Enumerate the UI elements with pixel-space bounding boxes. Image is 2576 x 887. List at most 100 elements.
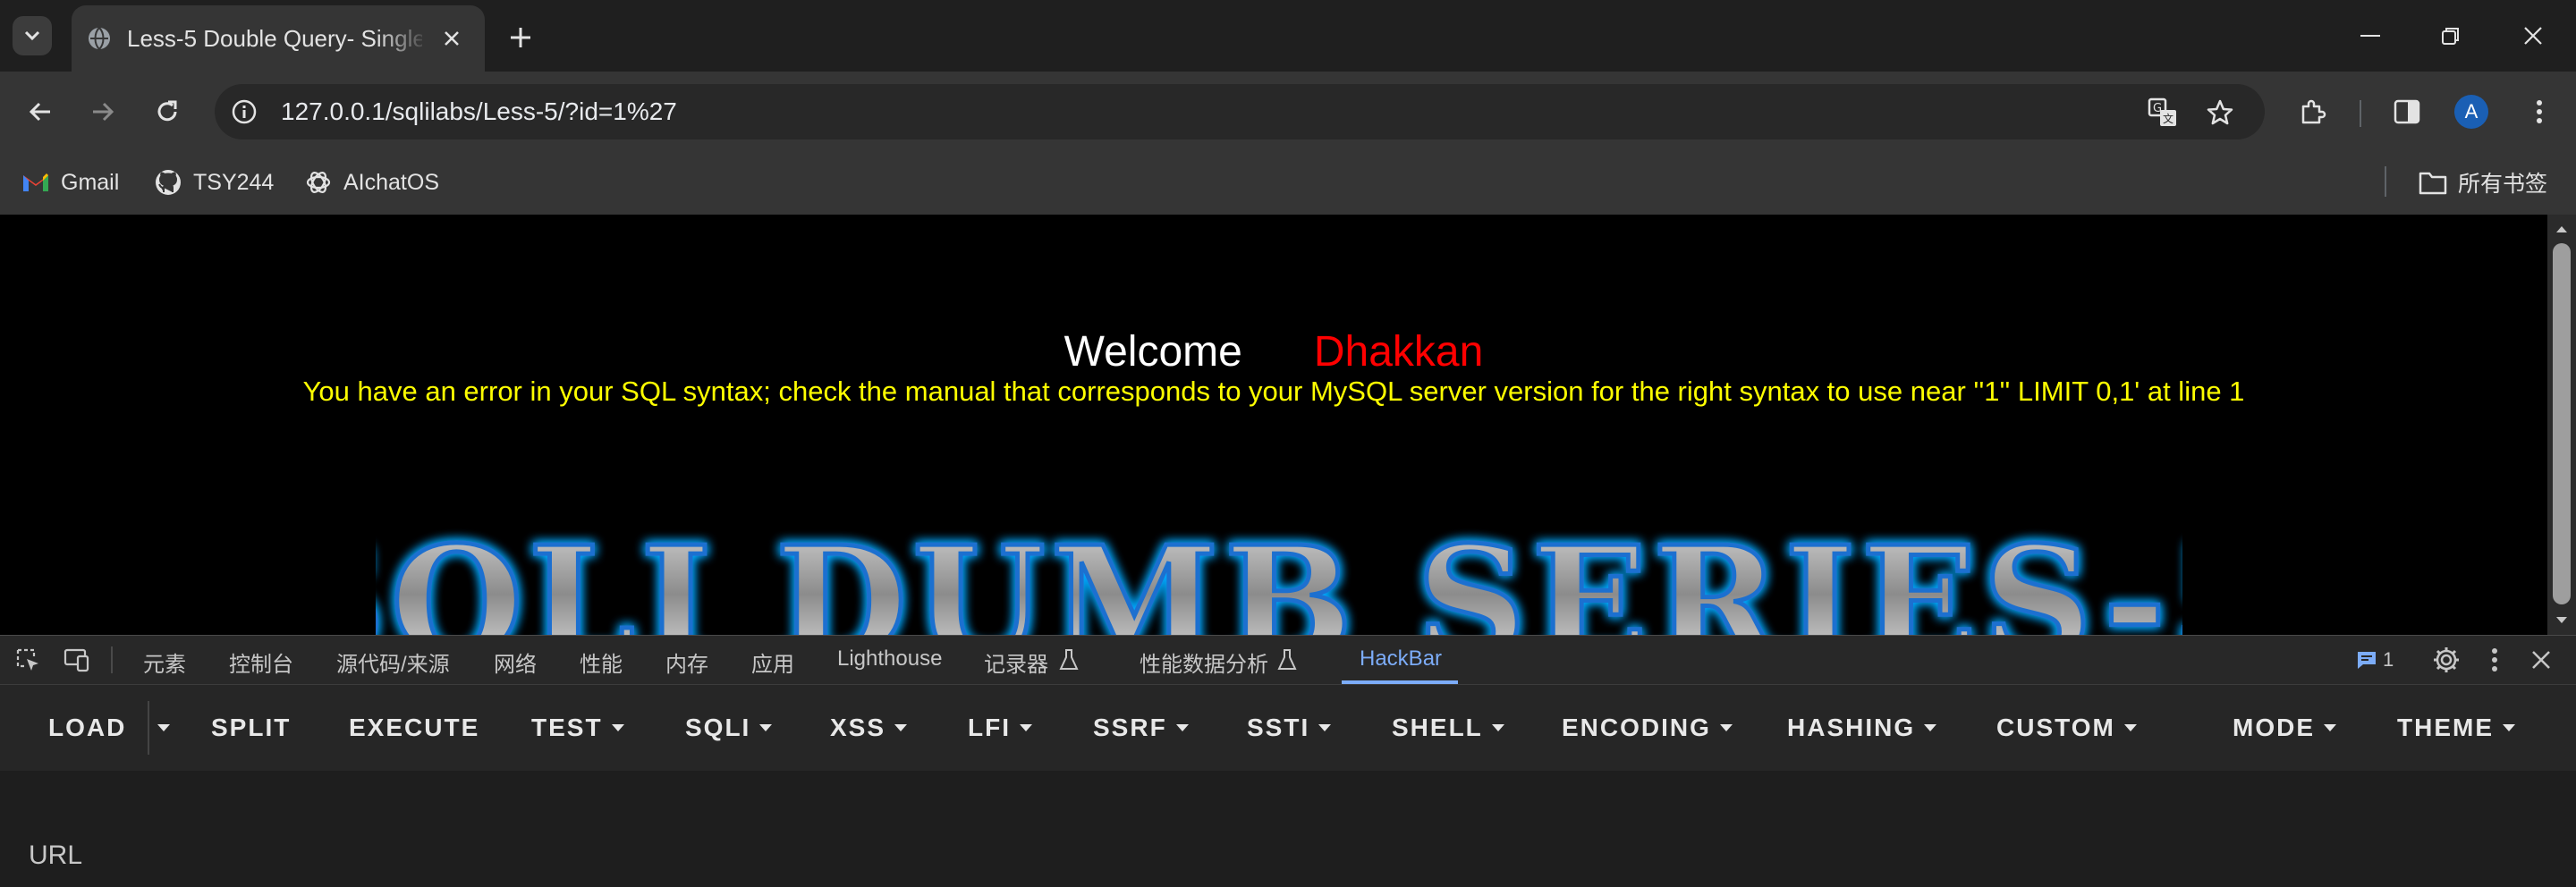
gear-icon <box>2434 647 2459 672</box>
bookmark-label: Gmail <box>61 169 120 195</box>
hackbar-button-label: TEST <box>531 714 603 741</box>
bookmark-gmail[interactable]: Gmail <box>21 165 119 200</box>
side-panel-button[interactable] <box>2386 91 2428 132</box>
close-icon <box>2532 651 2550 669</box>
devtools-separator <box>111 646 113 673</box>
hackbar-split-button[interactable]: SPLIT <box>211 714 291 742</box>
hackbar-button-label: MODE <box>2233 714 2315 741</box>
bookmark-tsy244[interactable]: TSY244 <box>154 165 274 200</box>
devtools-tab-hackbar[interactable]: HackBar <box>1360 646 1442 672</box>
bookmark-label: TSY244 <box>193 169 275 195</box>
reload-button[interactable] <box>147 91 188 132</box>
new-tab-button[interactable] <box>501 18 540 57</box>
gmail-icon <box>23 173 48 191</box>
chevron-down-icon <box>1719 724 1733 731</box>
scroll-down-icon[interactable] <box>2555 615 2569 626</box>
hackbar-panel: URL <box>0 771 2576 887</box>
openai-icon <box>306 172 331 193</box>
hackbar-custom-menu[interactable]: CUSTOM <box>1996 714 2137 742</box>
restore-button[interactable] <box>2415 11 2487 61</box>
hackbar-sqli-menu[interactable]: SQLI <box>685 714 773 742</box>
all-bookmarks-button[interactable]: 所有书签 <box>2419 165 2547 200</box>
chevron-down-icon <box>157 724 170 731</box>
devtools-tab-application[interactable]: 应用 <box>751 646 794 678</box>
hackbar-encoding-menu[interactable]: ENCODING <box>1562 714 1733 742</box>
chevron-down-icon <box>1175 724 1189 731</box>
bookmark-aichatos[interactable]: AIchatOS <box>304 165 439 200</box>
devtools-tab-sources[interactable]: 源代码/来源 <box>336 646 450 678</box>
devtools-tab-performance[interactable]: 性能 <box>580 646 623 678</box>
hackbar-hashing-menu[interactable]: HASHING <box>1787 714 1937 742</box>
hackbar-lfi-menu[interactable]: LFI <box>968 714 1032 742</box>
hackbar-button-label: THEME <box>2397 714 2494 741</box>
hackbar-shell-menu[interactable]: SHELL <box>1392 714 1504 742</box>
devtools-tab-elements[interactable]: 元素 <box>143 646 186 678</box>
hackbar-button-label: SSRF <box>1093 714 1167 741</box>
issues-count: 1 <box>2383 648 2394 671</box>
active-tab-indicator <box>1342 680 1458 684</box>
inspect-element-button[interactable] <box>13 645 43 675</box>
minimize-button[interactable] <box>2334 11 2406 61</box>
url-text[interactable]: 127.0.0.1/sqlilabs/Less-5/?id=1%27 <box>281 97 677 126</box>
extensions-button[interactable] <box>2292 91 2333 132</box>
back-button[interactable] <box>20 91 61 132</box>
reload-icon <box>157 100 177 122</box>
bookmark-star-button[interactable] <box>2202 95 2238 131</box>
site-info-button[interactable] <box>225 93 263 131</box>
hackbar-mode-menu[interactable]: MODE <box>2233 714 2336 742</box>
tab-search-button[interactable] <box>13 16 52 55</box>
toolbar-separator <box>2360 100 2361 127</box>
devtools-tab-console[interactable]: 控制台 <box>229 646 293 678</box>
hackbar-ssti-menu[interactable]: SSTI <box>1247 714 1332 742</box>
page-scrollbar[interactable] <box>2547 215 2576 635</box>
hackbar-toolbar: LOAD SPLIT EXECUTE TEST SQLI XSS LFI SSR… <box>0 685 2576 771</box>
translate-button[interactable]: G文 <box>2145 95 2181 131</box>
devtools-tab-network[interactable]: 网络 <box>494 646 537 678</box>
bookmark-label: AIchatOS <box>343 169 439 195</box>
hackbar-button-label: XSS <box>830 714 886 741</box>
hackbar-test-menu[interactable]: TEST <box>531 714 624 742</box>
chevron-down-icon <box>2123 724 2137 731</box>
devtools-settings-button[interactable] <box>2431 645 2462 675</box>
hackbar-load-dropdown[interactable] <box>157 724 170 731</box>
tab-strip: Less-5 Double Query- Single Quotes- Stri… <box>0 0 2576 72</box>
all-bookmarks-label: 所有书签 <box>2458 172 2548 197</box>
hackbar-theme-menu[interactable]: THEME <box>2397 714 2515 742</box>
hackbar-button-label: HASHING <box>1787 714 1916 741</box>
hackbar-ssrf-menu[interactable]: SSRF <box>1093 714 1189 742</box>
sqli-banner-image: SQLI DUMB SERIES-5 <box>376 517 2182 635</box>
address-bar[interactable]: 127.0.0.1/sqlilabs/Less-5/?id=1%27 G文 <box>215 84 2265 139</box>
devtools-tab-recorder[interactable]: 记录器 <box>984 646 1048 678</box>
chevron-down-icon <box>894 724 908 731</box>
devtools-menu-button[interactable] <box>2479 645 2510 675</box>
profile-avatar[interactable]: A <box>2454 95 2488 129</box>
devtools-tab-performance-insights[interactable]: 性能数据分析 <box>1140 646 1268 678</box>
tab-close-button[interactable] <box>435 21 469 55</box>
scroll-up-icon[interactable] <box>2555 224 2569 234</box>
chrome-menu-button[interactable] <box>2519 91 2560 132</box>
close-window-button[interactable] <box>2497 11 2569 61</box>
banner-text: SQLI DUMB SERIES-5 <box>376 517 2182 635</box>
devtools-tab-lighthouse[interactable]: Lighthouse <box>837 646 942 672</box>
devtools-close-button[interactable] <box>2526 645 2556 675</box>
forward-button[interactable] <box>82 91 123 132</box>
browser-tab[interactable]: Less-5 Double Query- Single Quotes- Stri… <box>72 5 485 72</box>
flask-icon <box>1059 649 1079 670</box>
scrollbar-thumb[interactable] <box>2553 243 2571 604</box>
hackbar-execute-button[interactable]: EXECUTE <box>349 714 479 742</box>
hackbar-xss-menu[interactable]: XSS <box>830 714 908 742</box>
device-icon <box>64 648 89 672</box>
devtools-tab-bar: 元素 控制台 源代码/来源 网络 性能 内存 应用 Lighthouse 记录器… <box>0 635 2576 685</box>
issues-badge[interactable]: 1 <box>2356 648 2394 672</box>
hackbar-load-button[interactable]: LOAD <box>48 714 126 742</box>
web-page-content: Welcome Dhakkan You have an error in you… <box>0 215 2547 635</box>
devtools-tab-memory[interactable]: 内存 <box>665 646 708 678</box>
minimize-icon <box>2360 35 2380 37</box>
restore-icon <box>2442 28 2459 45</box>
tab-title-fade <box>376 20 429 59</box>
globe-icon <box>89 27 110 50</box>
hackbar-button-label: SSTI <box>1247 714 1310 741</box>
arrow-right-icon <box>93 102 114 122</box>
device-toolbar-button[interactable] <box>61 645 91 675</box>
welcome-heading: Welcome Dhakkan <box>0 327 2547 376</box>
